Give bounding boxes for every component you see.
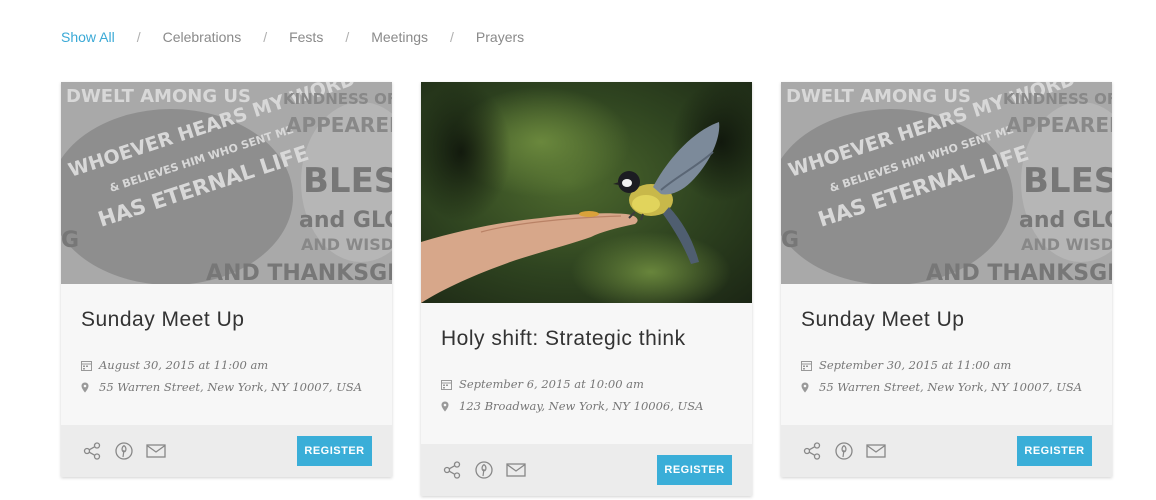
- svg-text:DWELT AMONG US: DWELT AMONG US: [786, 86, 971, 107]
- mail-icon[interactable]: [865, 440, 887, 462]
- svg-text:APPEARED, HE: APPEARED, HE: [286, 113, 392, 137]
- calendar-icon: [441, 379, 455, 390]
- event-date: September 30, 2015 at 11:00 am: [819, 358, 1012, 372]
- social-icons: [81, 440, 167, 462]
- filter-meetings[interactable]: Meetings: [371, 29, 428, 45]
- event-meta: August 30, 2015 at 11:00 am 55 Warren St…: [81, 354, 372, 398]
- filter-prayers[interactable]: Prayers: [476, 29, 524, 45]
- event-date: August 30, 2015 at 11:00 am: [99, 358, 269, 372]
- event-address: 123 Broadway, New York, NY 10006, USA: [459, 399, 704, 413]
- svg-text:AND THANKSGIV: AND THANKSGIV: [926, 261, 1112, 284]
- event-address-row: 55 Warren Street, New York, NY 10007, US…: [801, 376, 1092, 398]
- svg-text:AND THANKSGIV: AND THANKSGIV: [206, 261, 392, 284]
- map-pin-icon: [441, 401, 455, 412]
- bird-photo: [421, 82, 752, 303]
- poster-image: DWELT AMONG US WHOEVER HEARS MY WORD & B…: [781, 82, 1112, 284]
- register-button[interactable]: REGISTER: [1017, 436, 1092, 466]
- mail-icon[interactable]: [145, 440, 167, 462]
- filter-separator: /: [263, 29, 268, 45]
- card-body: Sunday Meet Up September 30, 2015 at 11:…: [781, 284, 1112, 425]
- filter-separator: /: [136, 29, 141, 45]
- event-date-row: September 6, 2015 at 10:00 am: [441, 373, 732, 395]
- card-footer: REGISTER: [781, 425, 1112, 477]
- svg-text:and GLO: and GLO: [1019, 208, 1112, 233]
- calendar-icon: [801, 360, 815, 371]
- svg-text:G: G: [781, 228, 799, 253]
- event-image[interactable]: [421, 82, 752, 303]
- share-icon[interactable]: [81, 440, 103, 462]
- event-date-row: August 30, 2015 at 11:00 am: [81, 354, 372, 376]
- filter-fests[interactable]: Fests: [289, 29, 323, 45]
- filter-separator: /: [450, 29, 454, 45]
- filter-show-all[interactable]: Show All: [61, 29, 115, 45]
- social-icons: [801, 440, 887, 462]
- event-date: September 6, 2015 at 10:00 am: [459, 377, 644, 391]
- register-button[interactable]: REGISTER: [297, 436, 372, 466]
- filter-celebrations[interactable]: Celebrations: [163, 29, 242, 45]
- share-icon[interactable]: [801, 440, 823, 462]
- pinterest-icon[interactable]: [113, 440, 135, 462]
- event-card: DWELT AMONG US WHOEVER HEARS MY WORD & B…: [781, 82, 1112, 477]
- filter-bar: Show All / Celebrations / Fests / Meetin…: [61, 29, 524, 45]
- mail-icon[interactable]: [505, 459, 527, 481]
- event-address-row: 55 Warren Street, New York, NY 10007, US…: [81, 376, 372, 398]
- map-pin-icon: [801, 382, 815, 393]
- svg-text:KINDNESS OF GOD: KINDNESS OF GOD: [1003, 90, 1112, 108]
- event-card: DWELT AMONG US WHOEVER HEARS MY WORD & B…: [61, 82, 392, 477]
- event-date-row: September 30, 2015 at 11:00 am: [801, 354, 1092, 376]
- svg-text:APPEARED, HE: APPEARED, HE: [1006, 113, 1112, 137]
- calendar-icon: [81, 360, 95, 371]
- svg-text:AND WISDO: AND WISDO: [301, 235, 392, 254]
- poster-image: DWELT AMONG US WHOEVER HEARS MY WORD & B…: [61, 82, 392, 284]
- svg-text:BLESS: BLESS: [1023, 161, 1112, 201]
- pinterest-icon[interactable]: [473, 459, 495, 481]
- event-meta: September 6, 2015 at 10:00 am 123 Broadw…: [441, 373, 732, 417]
- svg-text:and GLO: and GLO: [299, 208, 392, 233]
- event-meta: September 30, 2015 at 11:00 am 55 Warren…: [801, 354, 1092, 398]
- card-body: Holy shift: Strategic think September 6,…: [421, 303, 752, 444]
- pinterest-icon[interactable]: [833, 440, 855, 462]
- event-address: 55 Warren Street, New York, NY 10007, US…: [819, 380, 1083, 394]
- svg-text:BLESS: BLESS: [303, 161, 392, 201]
- filter-separator: /: [345, 29, 350, 45]
- event-address: 55 Warren Street, New York, NY 10007, US…: [99, 380, 363, 394]
- event-title[interactable]: Sunday Meet Up: [81, 308, 372, 332]
- social-icons: [441, 459, 527, 481]
- event-address-row: 123 Broadway, New York, NY 10006, USA: [441, 395, 732, 417]
- card-footer: REGISTER: [61, 425, 392, 477]
- event-title[interactable]: Sunday Meet Up: [801, 308, 1092, 332]
- register-button[interactable]: REGISTER: [657, 455, 732, 485]
- event-image[interactable]: DWELT AMONG US WHOEVER HEARS MY WORD & B…: [781, 82, 1112, 284]
- svg-text:AND WISDO: AND WISDO: [1021, 235, 1112, 254]
- svg-text:G: G: [61, 228, 79, 253]
- share-icon[interactable]: [441, 459, 463, 481]
- event-image[interactable]: DWELT AMONG US WHOEVER HEARS MY WORD & B…: [61, 82, 392, 284]
- event-title[interactable]: Holy shift: Strategic think: [441, 327, 732, 351]
- svg-text:KINDNESS OF GOD: KINDNESS OF GOD: [283, 90, 392, 108]
- card-body: Sunday Meet Up August 30, 2015 at 11:00 …: [61, 284, 392, 425]
- card-footer: REGISTER: [421, 444, 752, 496]
- event-card: Holy shift: Strategic think September 6,…: [421, 82, 752, 496]
- map-pin-icon: [81, 382, 95, 393]
- svg-text:DWELT AMONG US: DWELT AMONG US: [66, 86, 251, 107]
